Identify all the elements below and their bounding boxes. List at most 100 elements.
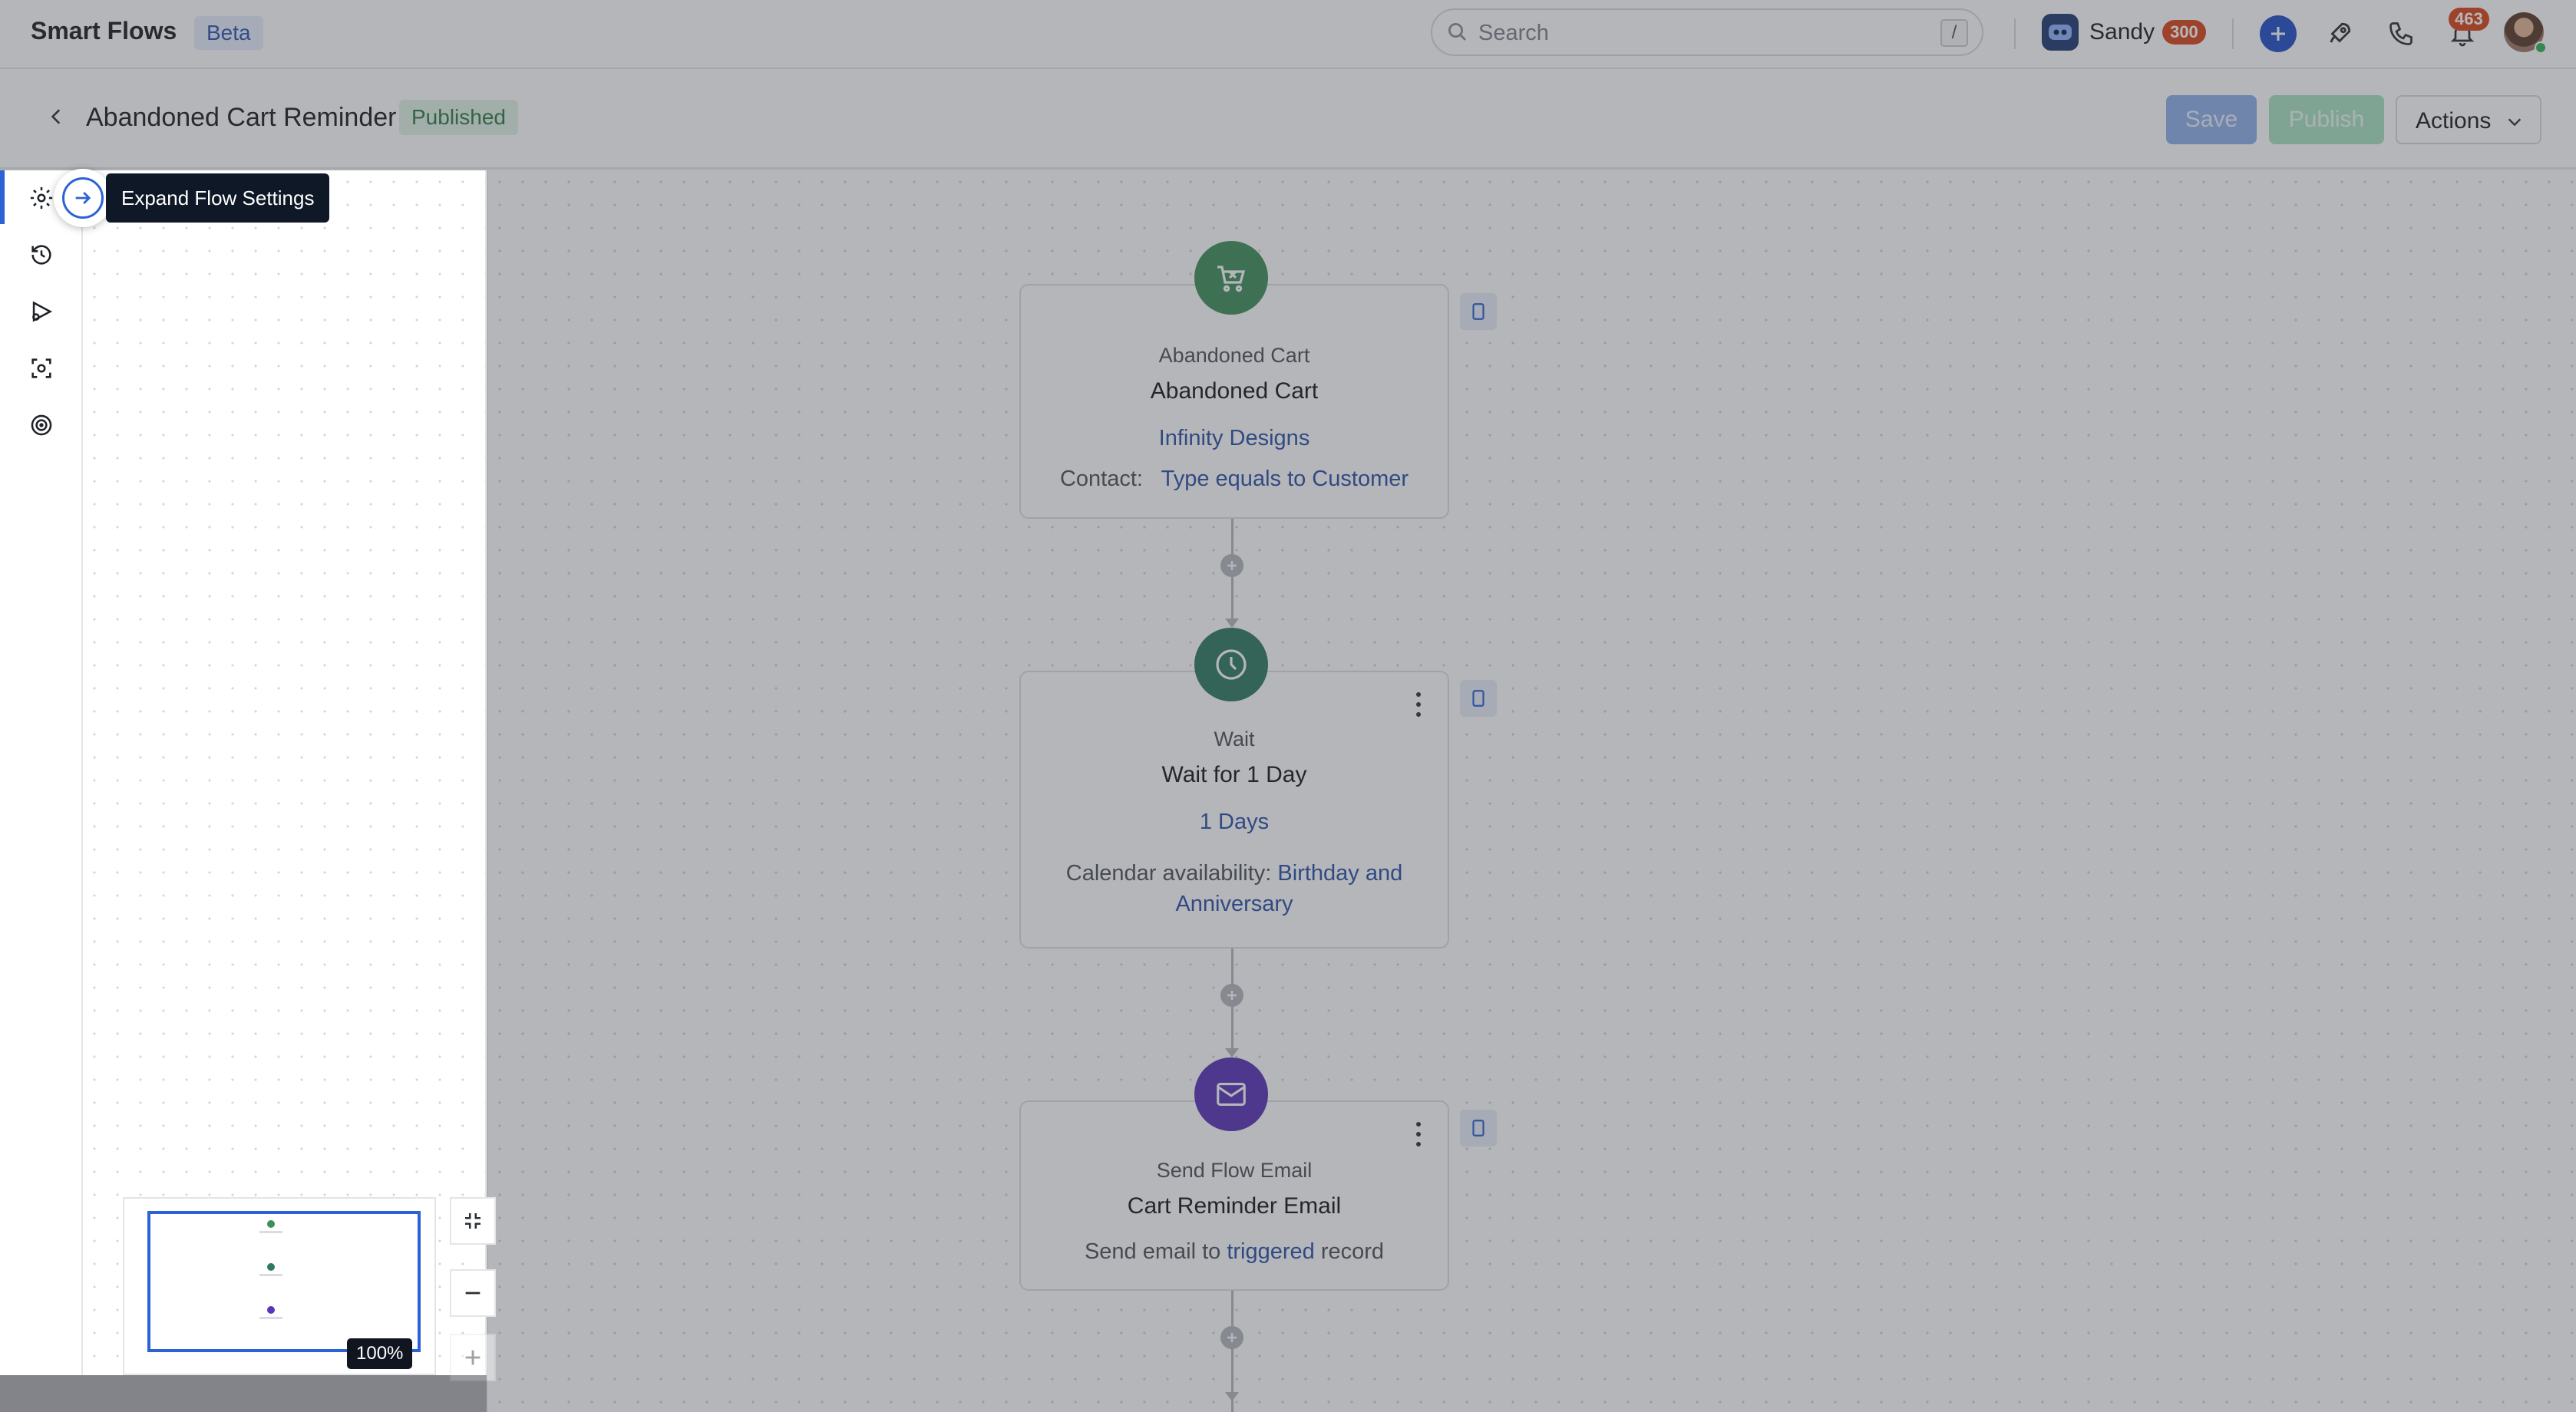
flow-settings-panel [83, 170, 487, 1375]
arrow-icon [1225, 619, 1239, 628]
rail-item-test-flow[interactable] [26, 296, 57, 327]
add-step-button[interactable] [1220, 984, 1243, 1007]
flow-title: Abandoned Cart Reminder [86, 103, 397, 132]
rail-item-preview[interactable] [26, 353, 57, 384]
clock-icon [1194, 628, 1268, 701]
create-new-button[interactable] [2258, 14, 2298, 54]
condition-label: Contact: [1059, 467, 1143, 491]
node-condition: Calendar availability: Birthday and Anni… [1021, 858, 1448, 919]
minimap-node-label [259, 1231, 282, 1233]
minimap-node-label [259, 1274, 282, 1276]
node-menu-button[interactable] [1411, 689, 1426, 720]
search-shortcut-hint: / [1940, 19, 1968, 47]
top-navigation-bar: Smart Flows Beta / Sandy 300 463 [0, 0, 2576, 69]
minimap-node [267, 1263, 275, 1271]
arrow-icon [1225, 1392, 1239, 1401]
gear-icon [30, 186, 53, 209]
plus-icon [1227, 991, 1237, 1000]
envelope-icon [1194, 1057, 1268, 1131]
divider [2232, 18, 2234, 49]
copy-node-button[interactable] [1460, 293, 1497, 330]
node-condition: Contact: Type equals to Customer [1021, 464, 1448, 494]
recipient-value: triggered [1227, 1239, 1315, 1264]
minimap-node-label [259, 1317, 282, 1319]
rail-item-goals[interactable] [26, 410, 57, 440]
minimap-viewport[interactable] [147, 1211, 421, 1352]
save-button[interactable]: Save [2166, 95, 2257, 144]
collapse-arrows-icon [465, 1213, 481, 1229]
shopping-cart-icon [1194, 241, 1268, 315]
condition-value: Type equals to Customer [1161, 467, 1409, 491]
search-bar[interactable]: / [1431, 8, 1983, 56]
flow-header: Abandoned Cart Reminder Published Save P… [0, 69, 2576, 169]
phone-icon [2389, 22, 2413, 45]
chevron-left-icon [51, 109, 61, 124]
fit-view-button[interactable] [450, 1197, 496, 1245]
add-step-button[interactable] [1220, 1326, 1243, 1349]
points-badge: 300 [2162, 20, 2206, 45]
user-name: Sandy [2089, 19, 2155, 45]
search-input[interactable] [1478, 18, 1908, 48]
copy-node-button[interactable] [1460, 1110, 1497, 1146]
condition-label: Calendar availability: [1065, 861, 1272, 886]
app-title: Smart Flows [31, 17, 177, 45]
search-icon [1448, 23, 1466, 41]
beta-badge: Beta [194, 16, 263, 50]
node-title: Wait for 1 Day [1161, 762, 1307, 787]
detail-text: record [1320, 1239, 1385, 1264]
plus-icon [1227, 561, 1237, 570]
copy-node-button[interactable] [1460, 680, 1497, 717]
scan-preview-icon [31, 358, 51, 378]
node-type: Abandoned Cart [1158, 344, 1310, 367]
wait-duration: 1 Days [1199, 810, 1270, 834]
rail-item-flow-settings[interactable] [26, 183, 57, 213]
arrow-right-icon [62, 177, 104, 219]
actions-dropdown[interactable]: Actions [2396, 95, 2541, 144]
actions-label: Actions [2416, 108, 2492, 134]
notification-count-badge: 463 [2449, 8, 2489, 31]
user-menu[interactable]: Sandy 300 [2042, 14, 2206, 51]
node-type: Wait [1214, 727, 1255, 751]
left-rail [0, 170, 83, 1375]
phone-button[interactable] [2381, 14, 2421, 54]
minus-icon [465, 1292, 481, 1295]
wait-node-card[interactable]: Wait Wait for 1 Day 1 Days Calendar avai… [1019, 671, 1449, 948]
launch-button[interactable] [2320, 14, 2360, 54]
plus-icon [2260, 15, 2297, 52]
status-badge: Published [399, 100, 518, 135]
robot-avatar-icon [2042, 14, 2079, 51]
zoom-out-button[interactable] [450, 1269, 496, 1317]
divider [2014, 18, 2016, 49]
history-icon [31, 245, 51, 265]
zoom-in-button[interactable] [450, 1334, 496, 1381]
online-status-indicator [2535, 41, 2547, 54]
target-icon [31, 414, 52, 436]
rocket-icon [2330, 22, 2351, 43]
copy-icon [1472, 690, 1485, 707]
rail-item-history[interactable] [26, 239, 57, 270]
modal-backdrop-strip [0, 1375, 487, 1412]
flow-canvas[interactable] [488, 170, 2576, 1412]
rail-active-indicator [0, 170, 5, 224]
back-button[interactable] [40, 100, 74, 134]
tooltip: Expand Flow Settings [106, 173, 330, 223]
plus-icon [465, 1350, 481, 1365]
publish-button[interactable]: Publish [2269, 95, 2384, 144]
node-type: Send Flow Email [1156, 1159, 1313, 1182]
add-step-button[interactable] [1220, 554, 1243, 577]
copy-icon [1472, 1120, 1485, 1137]
minimap-node [267, 1306, 275, 1314]
zoom-level: 100% [347, 1338, 413, 1369]
node-title: Abandoned Cart [1150, 378, 1319, 404]
node-menu-button[interactable] [1411, 1119, 1426, 1150]
arrow-icon [1225, 1048, 1239, 1057]
minimap-node [267, 1220, 275, 1228]
plus-icon [1227, 1333, 1237, 1342]
node-title: Cart Reminder Email [1127, 1193, 1342, 1219]
chevron-down-icon [2508, 118, 2522, 127]
trigger-node-card[interactable]: Abandoned Cart Abandoned Cart Infinity D… [1019, 284, 1449, 519]
expand-flow-settings-button[interactable] [54, 169, 112, 227]
condition-value: Birthday and [1277, 861, 1403, 886]
node-target-link[interactable]: Infinity Designs [1021, 426, 1448, 451]
detail-text: Send email to [1084, 1239, 1221, 1264]
